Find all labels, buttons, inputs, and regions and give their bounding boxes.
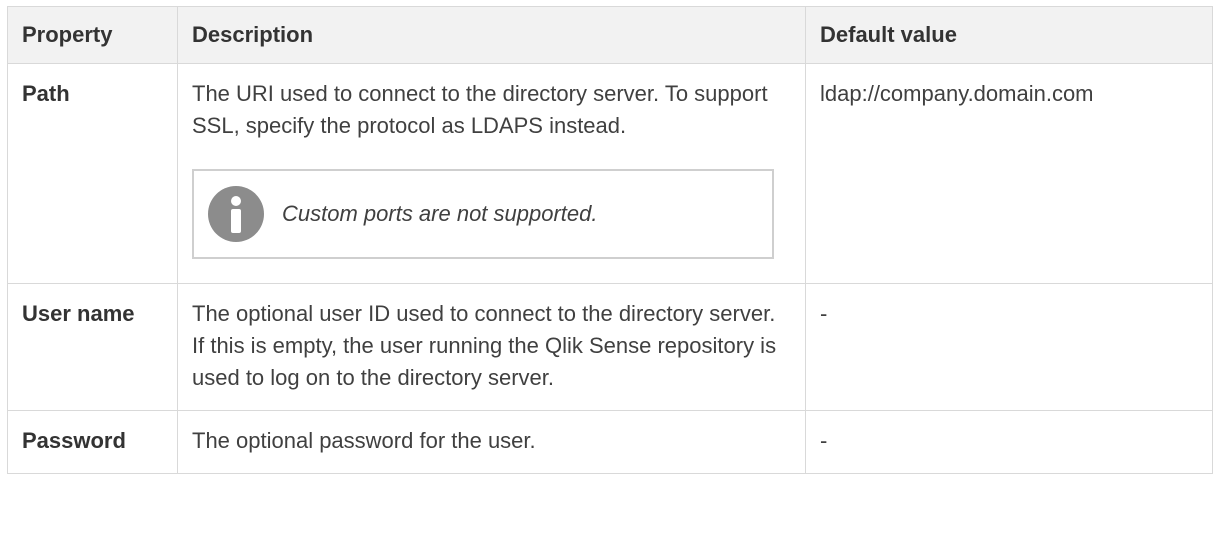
property-description: The optional password for the user. [177,410,806,474]
table-body: Path The URI used to connect to the dire… [7,63,1213,474]
table-row: User name The optional user ID used to c… [7,283,1213,411]
property-default-value: - [805,410,1213,474]
info-icon [208,186,264,242]
property-default-value: - [805,283,1213,411]
property-description-cell: The URI used to connect to the directory… [177,63,806,284]
header-description: Description [177,6,806,64]
note-text: Custom ports are not supported. [282,201,598,226]
property-name: Path [7,63,178,284]
table-row: Password The optional password for the u… [7,410,1213,474]
property-description: The optional user ID used to connect to … [177,283,806,411]
header-default-value: Default value [805,6,1213,64]
property-default-value: ldap://company.domain.com [805,63,1213,284]
table-header: Property Description Default value [7,6,1213,64]
property-name: User name [7,283,178,411]
properties-table: Property Description Default value Path … [7,6,1213,474]
header-property: Property [7,6,178,64]
property-description: The URI used to connect to the directory… [192,81,768,138]
table-row: Path The URI used to connect to the dire… [7,63,1213,284]
property-name: Password [7,410,178,474]
note-box: Custom ports are not supported. [192,169,774,259]
header-row: Property Description Default value [7,6,1213,64]
